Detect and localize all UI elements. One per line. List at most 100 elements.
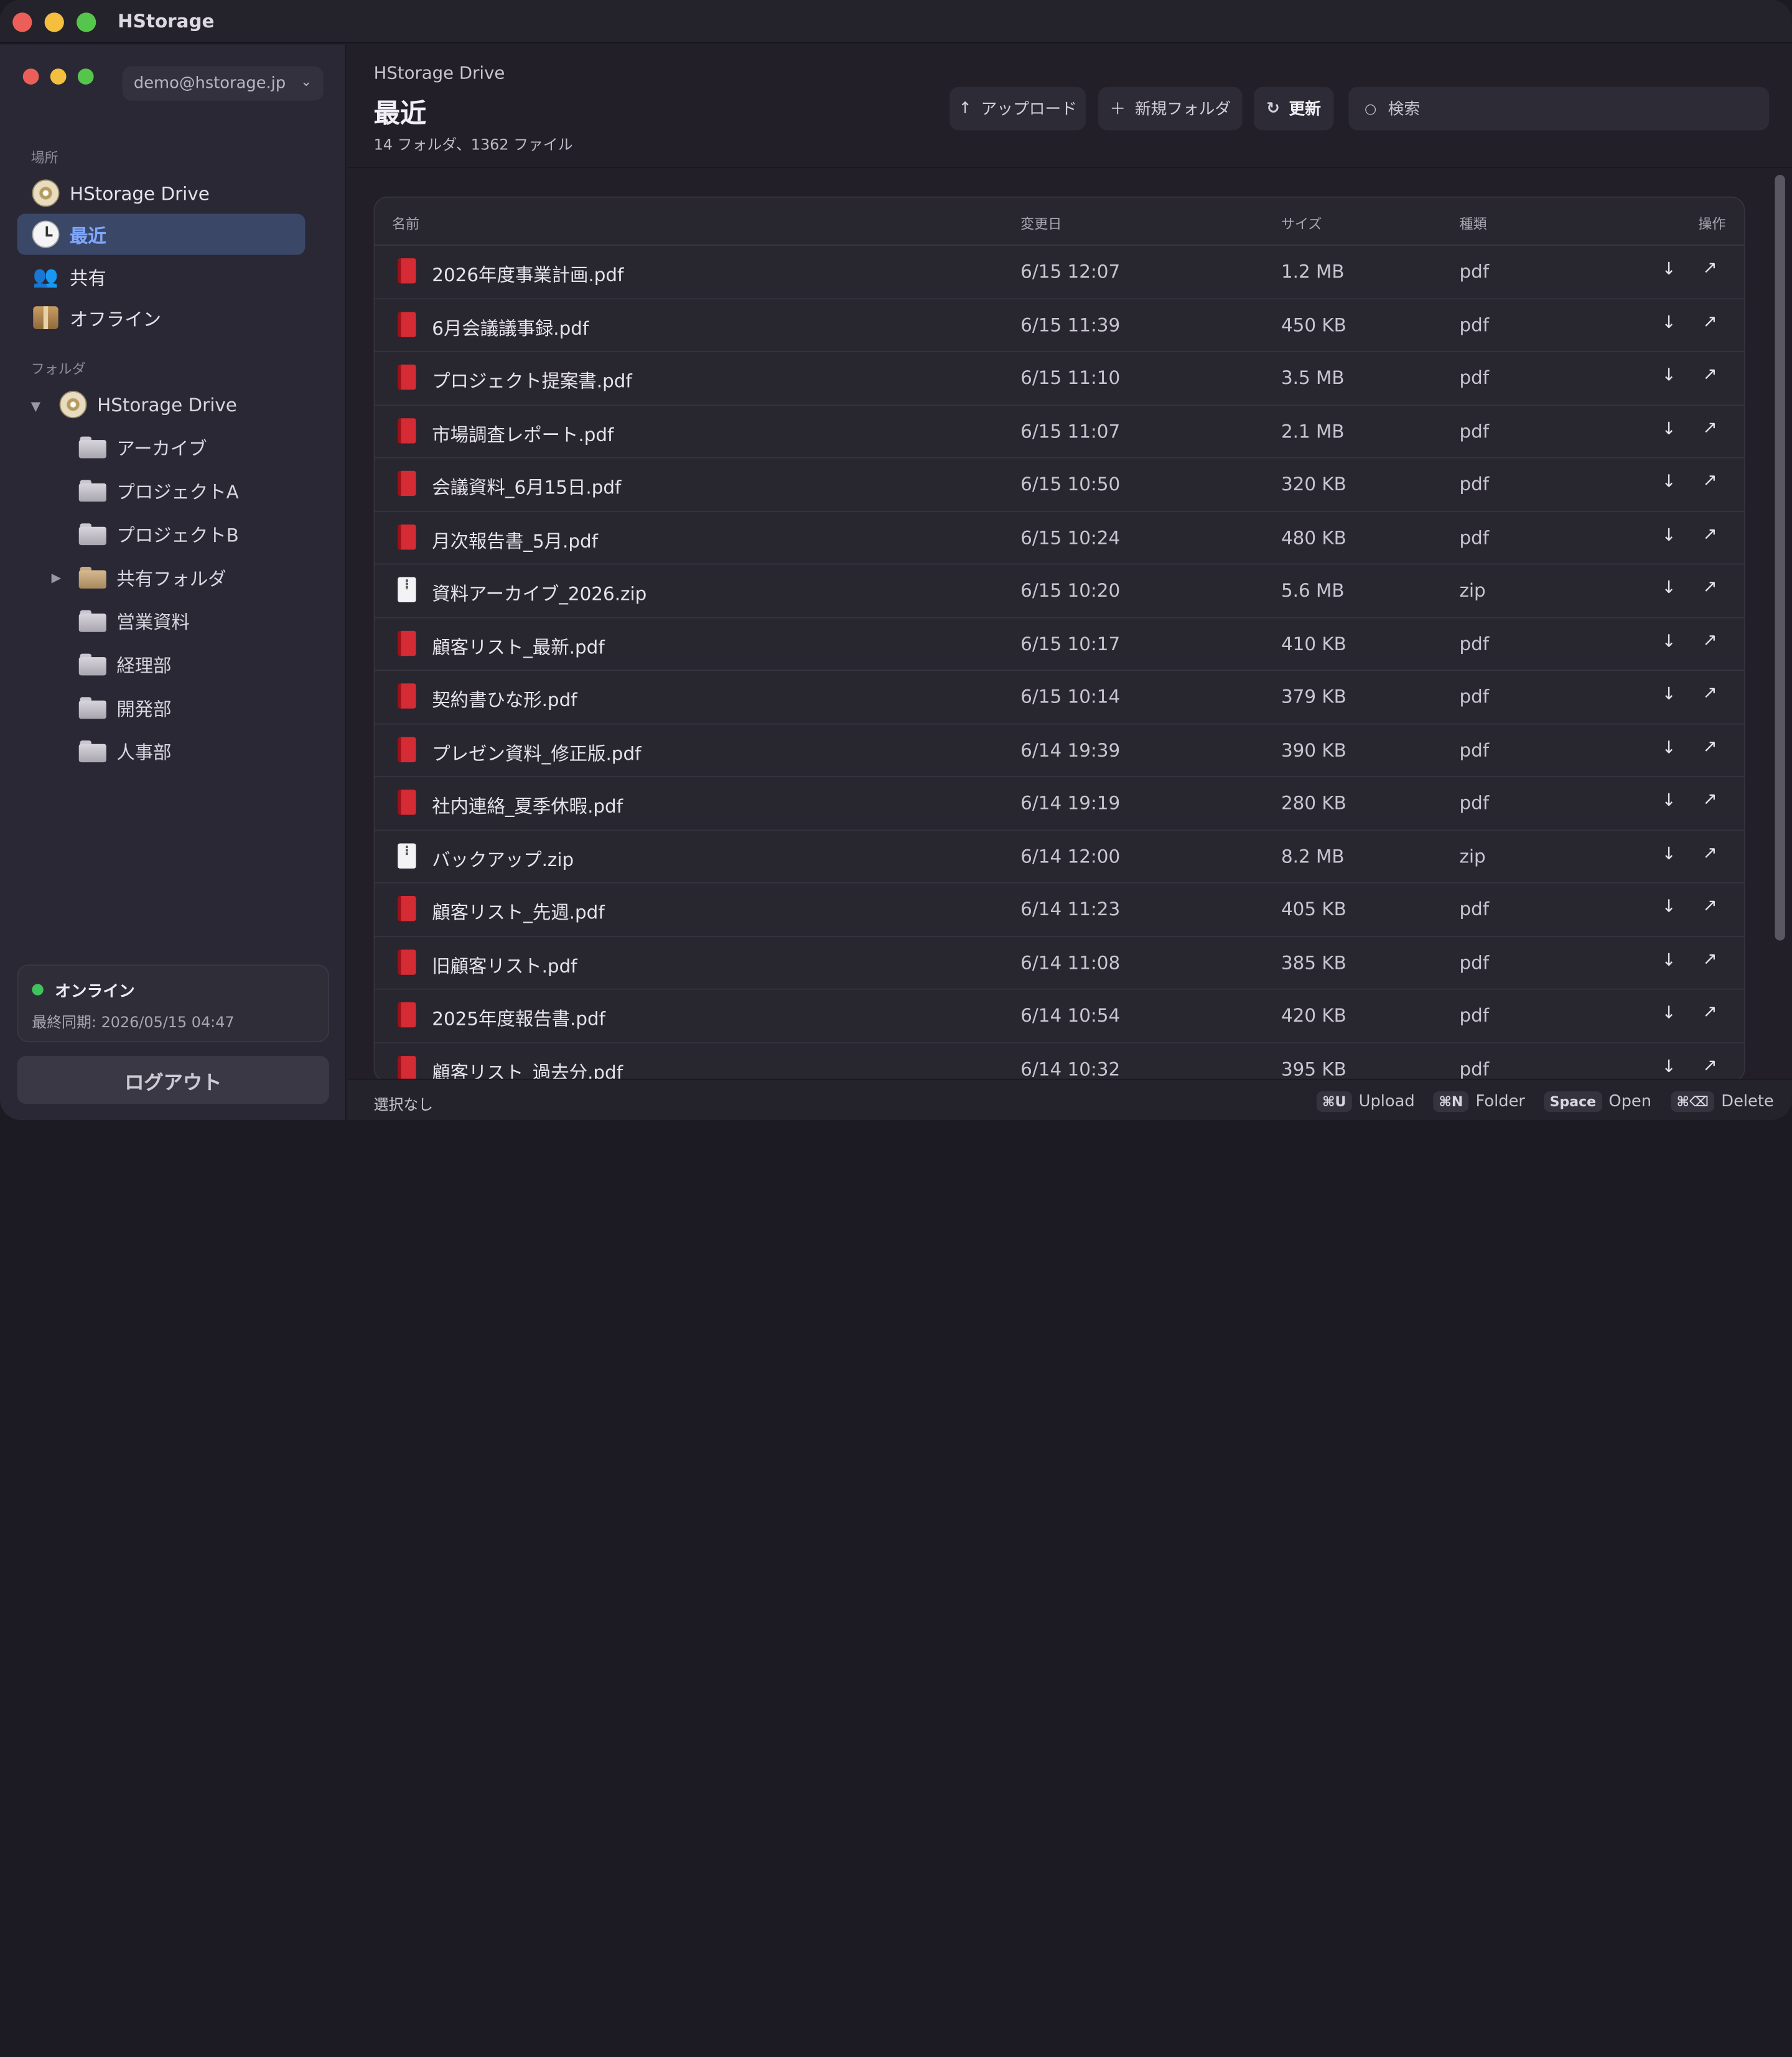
new-folder-button[interactable]: ＋ 新規フォルダ (1098, 86, 1243, 131)
close-window-button[interactable] (12, 12, 32, 32)
file-modified: 6/14 11:08 (1020, 951, 1121, 973)
breadcrumb[interactable]: HStorage Drive (374, 63, 505, 83)
file-size: 405 KB (1281, 898, 1346, 920)
disclosure-expanded-icon[interactable]: ▼ (31, 399, 41, 414)
refresh-button[interactable]: ↻ 更新 (1253, 86, 1334, 131)
scrollbar-thumb[interactable] (1775, 175, 1785, 941)
download-icon[interactable]: ↓ (1662, 790, 1676, 810)
open-external-icon[interactable]: ↗ (1703, 257, 1717, 278)
download-icon[interactable]: ↓ (1662, 896, 1676, 917)
tree-root-hstorage-drive[interactable]: HStorage Drive (58, 388, 237, 422)
table-row[interactable]: 契約書ひな形.pdf 6/15 10:14 379 KB pdf ↓ ↗ (375, 671, 1744, 724)
file-name: 2026年度事業計画.pdf (432, 264, 624, 286)
plus-icon: ＋ (1109, 100, 1126, 119)
download-icon[interactable]: ↓ (1662, 630, 1676, 651)
minimize-window-button[interactable] (44, 12, 64, 32)
table-row[interactable]: プロジェクト提案書.pdf 6/15 11:10 3.5 MB pdf ↓ ↗ (375, 352, 1744, 406)
open-external-icon[interactable]: ↗ (1703, 683, 1717, 703)
download-icon[interactable]: ↓ (1662, 577, 1676, 598)
tree-folder-hr[interactable]: 人事部 (78, 734, 172, 768)
table-row[interactable]: 会議資料_6月15日.pdf 6/15 10:50 320 KB pdf ↓ ↗ (375, 459, 1744, 511)
sidebar-minimize-dot[interactable] (50, 68, 67, 85)
column-header-kind[interactable]: 種類 (1459, 213, 1486, 233)
download-icon[interactable]: ↓ (1662, 524, 1676, 544)
file-name: 社内連絡_夏季休暇.pdf (432, 795, 623, 818)
tree-folder-project-b[interactable]: プロジェクトB (78, 516, 239, 551)
shortcut-delete: ⌘⌫ Delete (1671, 1089, 1774, 1113)
open-external-icon[interactable]: ↗ (1703, 523, 1717, 543)
open-external-icon[interactable]: ↗ (1703, 735, 1717, 756)
download-icon[interactable]: ↓ (1662, 737, 1676, 757)
folder-icon (78, 607, 108, 634)
download-icon[interactable]: ↓ (1662, 683, 1676, 704)
download-icon[interactable]: ↓ (1662, 365, 1676, 385)
open-external-icon[interactable]: ↗ (1703, 363, 1717, 384)
file-kind: pdf (1459, 898, 1490, 920)
header-divider (347, 167, 1792, 168)
tree-folder-shared[interactable]: 共有フォルダ (78, 560, 226, 594)
sidebar: demo@hstorage.jp ⌄ 場所 HStorage Drive 最近 … (0, 44, 347, 1120)
download-icon[interactable]: ↓ (1662, 471, 1676, 492)
tree-folder-archive[interactable]: アーカイブ (78, 430, 207, 464)
open-external-icon[interactable]: ↗ (1703, 788, 1717, 809)
column-header-modified[interactable]: 変更日 (1020, 213, 1062, 233)
open-external-icon[interactable]: ↗ (1703, 310, 1717, 331)
zoom-window-button[interactable] (77, 12, 96, 32)
logout-button[interactable]: ログアウト (17, 1056, 329, 1104)
download-icon[interactable]: ↓ (1662, 1002, 1676, 1023)
tree-folder-development[interactable]: 開発部 (78, 690, 172, 724)
open-external-icon[interactable]: ↗ (1703, 948, 1717, 969)
sidebar-close-dot[interactable] (22, 68, 39, 85)
table-row[interactable]: 顧客リスト_過去分.pdf 6/14 10:32 395 KB pdf ↓ ↗ (375, 1043, 1743, 1081)
open-external-icon[interactable]: ↗ (1703, 842, 1717, 862)
account-selector[interactable]: demo@hstorage.jp ⌄ (122, 66, 324, 101)
search-input[interactable]: ○ 検索 (1348, 86, 1770, 131)
open-external-icon[interactable]: ↗ (1703, 629, 1717, 650)
open-external-icon[interactable]: ↗ (1703, 416, 1717, 437)
download-icon[interactable]: ↓ (1662, 417, 1676, 438)
tree-folder-project-a[interactable]: プロジェクトA (78, 473, 239, 507)
file-size: 395 KB (1281, 1057, 1346, 1080)
file-modified: 6/15 10:17 (1020, 632, 1121, 655)
column-header-size[interactable]: サイズ (1281, 213, 1322, 233)
open-external-icon[interactable]: ↗ (1703, 895, 1717, 915)
sidebar-item-recent[interactable]: 最近 (17, 213, 306, 255)
table-row[interactable]: 月次報告書_5月.pdf 6/15 10:24 480 KB pdf ↓ ↗ (375, 511, 1744, 565)
open-external-icon[interactable]: ↗ (1703, 470, 1717, 490)
tree-folder-accounting[interactable]: 経理部 (78, 647, 172, 681)
folder-icon (78, 650, 108, 678)
open-external-icon[interactable]: ↗ (1703, 576, 1717, 597)
download-icon[interactable]: ↓ (1662, 258, 1676, 279)
sidebar-item-hstorage-drive[interactable]: HStorage Drive (17, 172, 306, 213)
table-row[interactable]: 顧客リスト_先週.pdf 6/14 11:23 405 KB pdf ↓ ↗ (375, 884, 1744, 937)
disclosure-collapsed-icon[interactable]: ▶ (52, 571, 62, 585)
open-external-icon[interactable]: ↗ (1703, 1001, 1717, 1022)
table-row[interactable]: 旧顧客リスト.pdf 6/14 11:08 385 KB pdf ↓ ↗ (375, 936, 1744, 990)
download-icon[interactable]: ↓ (1662, 949, 1676, 969)
column-header-name[interactable]: 名前 (392, 213, 419, 233)
sidebar-zoom-dot[interactable] (77, 68, 94, 85)
table-row[interactable]: プレゼン資料_修正版.pdf 6/14 19:39 390 KB pdf ↓ ↗ (375, 724, 1744, 777)
file-kind: pdf (1459, 366, 1490, 389)
download-icon[interactable]: ↓ (1662, 1055, 1676, 1076)
tree-folder-sales[interactable]: 営業資料 (78, 604, 190, 638)
shortcut-open: Space Open (1544, 1089, 1651, 1113)
file-kind: pdf (1459, 260, 1490, 282)
file-modified: 6/15 10:20 (1020, 579, 1121, 602)
upload-button[interactable]: ↑ アップロード (950, 86, 1086, 131)
table-row[interactable]: 市場調査レポート.pdf 6/15 11:07 2.1 MB pdf ↓ ↗ (375, 405, 1744, 459)
table-row[interactable]: 社内連絡_夏季休暇.pdf 6/14 19:19 280 KB pdf ↓ ↗ (375, 777, 1744, 831)
download-icon[interactable]: ↓ (1662, 312, 1676, 332)
table-row[interactable]: 2026年度事業計画.pdf 6/15 12:07 1.2 MB pdf ↓ ↗ (375, 246, 1744, 299)
sidebar-item-offline[interactable]: オフライン (17, 297, 306, 338)
download-icon[interactable]: ↓ (1662, 843, 1676, 864)
sidebar-item-shared[interactable]: 👥 共有 (17, 256, 306, 297)
open-external-icon[interactable]: ↗ (1703, 1054, 1717, 1075)
table-row[interactable]: 6月会議議事録.pdf 6/15 11:39 450 KB pdf ↓ ↗ (375, 299, 1744, 352)
folder-label: プロジェクトB (116, 525, 239, 546)
table-row[interactable]: 資料アーカイブ_2026.zip 6/15 10:20 5.6 MB zip ↓ ↗ (375, 564, 1744, 618)
table-row[interactable]: バックアップ.zip 6/14 12:00 8.2 MB zip ↓ ↗ (375, 830, 1744, 884)
table-row[interactable]: 2025年度報告書.pdf 6/14 10:54 420 KB pdf ↓ ↗ (375, 990, 1744, 1043)
upload-arrow-icon: ↑ (958, 99, 972, 118)
table-row[interactable]: 顧客リスト_最新.pdf 6/15 10:17 410 KB pdf ↓ ↗ (375, 618, 1744, 671)
